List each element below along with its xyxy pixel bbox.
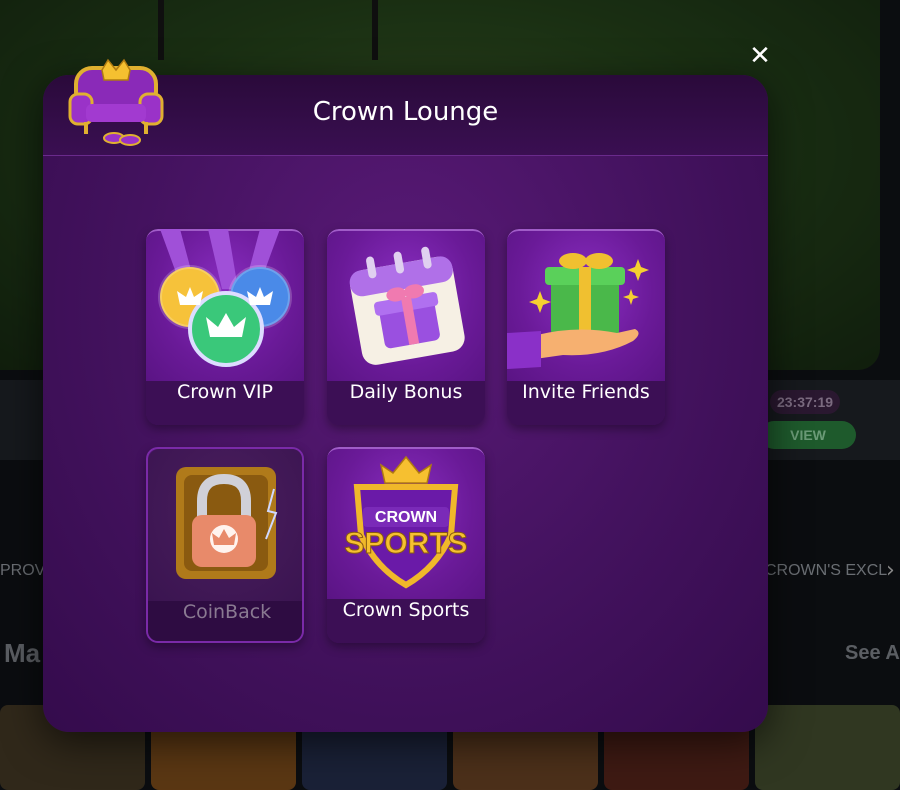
background-see-all-link: See A [845, 642, 900, 664]
tile-label: CoinBack [148, 601, 302, 641]
invite-friends-tile[interactable]: Invite Friends [507, 229, 665, 425]
tile-label: Invite Friends [507, 381, 665, 425]
chain-decoration [372, 0, 378, 60]
tile-label: Crown VIP [146, 381, 304, 425]
background-section-heading: Ma [4, 638, 41, 668]
daily-bonus-tile[interactable]: Daily Bonus [327, 229, 485, 425]
hand-gift-icon [507, 253, 649, 369]
background-ticker-right: CROWN'S EXCL [765, 562, 888, 579]
close-icon[interactable]: ✕ [747, 42, 773, 70]
crown-sports-badge-icon: CROWN SPORTS [344, 455, 468, 589]
chevron-right-icon: › [886, 558, 895, 583]
coinback-tile[interactable]: CoinBack [146, 447, 304, 643]
badge-line1: CROWN [375, 509, 437, 526]
throne-sofa-icon [68, 58, 164, 146]
vip-medals-icon [158, 229, 292, 367]
background-timer: 23:37:19 [770, 390, 840, 414]
crown-sports-tile[interactable]: CROWN SPORTS Crown Sports [327, 447, 485, 643]
locked-coinback-icon [176, 467, 278, 579]
calendar-gift-icon [349, 246, 465, 365]
badge-line2: SPORTS [344, 527, 467, 560]
chain-decoration [158, 0, 164, 60]
tile-label: Daily Bonus [327, 381, 485, 425]
tile-label: Crown Sports [327, 599, 485, 643]
crown-vip-tile[interactable]: Crown VIP [146, 229, 304, 425]
background-view-button: VIEW [760, 421, 856, 449]
